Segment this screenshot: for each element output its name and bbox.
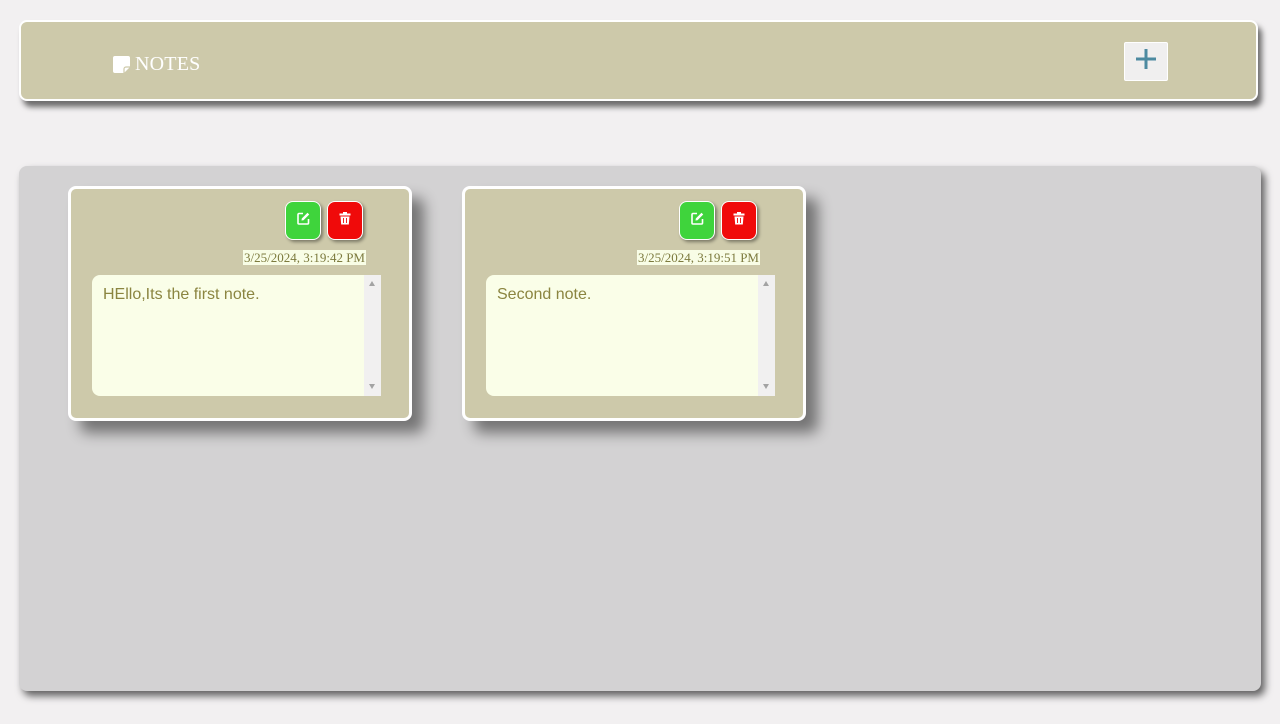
app-title: NOTES [135,53,201,75]
scroll-down-icon[interactable] [369,384,375,389]
note-content: Second note. [497,286,592,303]
note-card: 3/25/2024, 3:19:51 PM Second note. [462,186,806,421]
delete-button[interactable] [327,201,363,240]
scroll-up-icon[interactable] [763,281,769,286]
note-timestamp: 3/25/2024, 3:19:42 PM [243,250,366,265]
trash-icon [733,211,745,230]
edit-icon [296,212,310,230]
trash-icon [339,211,351,230]
textarea-scrollbar[interactable] [364,275,381,396]
scroll-up-icon[interactable] [369,281,375,286]
edit-button[interactable] [679,201,715,240]
note-textarea[interactable]: HEllo,Its the first note. [92,275,381,396]
textarea-scrollbar[interactable] [758,275,775,396]
edit-icon [690,212,704,230]
header-bar: NOTES [19,20,1258,101]
sticky-note-icon [113,56,130,73]
scroll-down-icon[interactable] [763,384,769,389]
notes-board: 3/25/2024, 3:19:42 PM HEllo,Its the firs… [19,166,1261,691]
add-note-button[interactable] [1124,42,1168,81]
brand: NOTES [113,53,200,76]
note-card: 3/25/2024, 3:19:42 PM HEllo,Its the firs… [68,186,412,421]
note-textarea[interactable]: Second note. [486,275,775,396]
delete-button[interactable] [721,201,757,240]
note-content: HEllo,Its the first note. [103,286,260,303]
note-timestamp: 3/25/2024, 3:19:51 PM [637,250,760,265]
plus-icon [1135,48,1157,75]
edit-button[interactable] [285,201,321,240]
